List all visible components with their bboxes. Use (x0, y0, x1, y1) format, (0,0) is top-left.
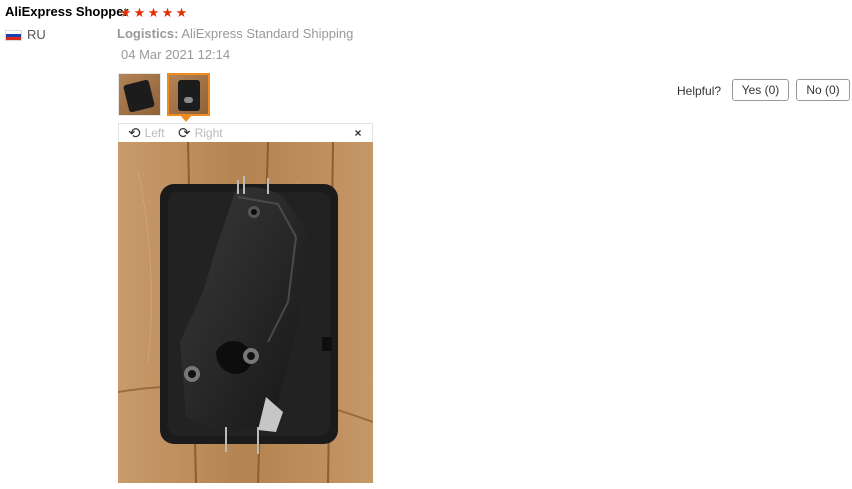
review-date: 04 Mar 2021 12:14 (121, 47, 231, 62)
logistics-value: AliExpress Standard Shipping (181, 26, 354, 41)
star-icon: ★ (133, 5, 146, 20)
close-icon[interactable]: × (351, 125, 365, 141)
review-photo-enlarged (118, 142, 373, 483)
rotate-right-label: Right (194, 126, 223, 140)
helpful-no-button[interactable]: No (0) (796, 79, 850, 101)
helpful-label: Helpful? (677, 84, 722, 98)
rating-stars: ★ ★ ★ ★ ★ (119, 6, 188, 20)
photo-thumbnail-1[interactable] (118, 73, 161, 116)
rotate-left-label: Left (144, 126, 165, 140)
star-icon: ★ (161, 5, 174, 20)
rotate-right-button[interactable]: ⟳ Right (178, 124, 223, 142)
photo-thumbnail-2-selected[interactable] (167, 73, 210, 116)
thumbnail-selected-caret (180, 115, 192, 122)
logistics-label: Logistics: (117, 26, 179, 41)
reviewer-name: AliExpress Shopper (5, 4, 129, 19)
star-icon: ★ (147, 5, 160, 20)
helpful-yes-button[interactable]: Yes (0) (732, 79, 789, 101)
logistics-info: Logistics: AliExpress Standard Shipping (117, 26, 353, 41)
rotate-right-icon: ⟳ (178, 124, 191, 142)
reviewer-country: RU (27, 27, 46, 42)
star-icon: ★ (119, 5, 132, 20)
russia-flag-icon (5, 30, 22, 41)
star-icon: ★ (175, 5, 188, 20)
rotate-left-icon: ⟲ (128, 124, 141, 142)
rotate-left-button[interactable]: ⟲ Left (128, 124, 165, 142)
